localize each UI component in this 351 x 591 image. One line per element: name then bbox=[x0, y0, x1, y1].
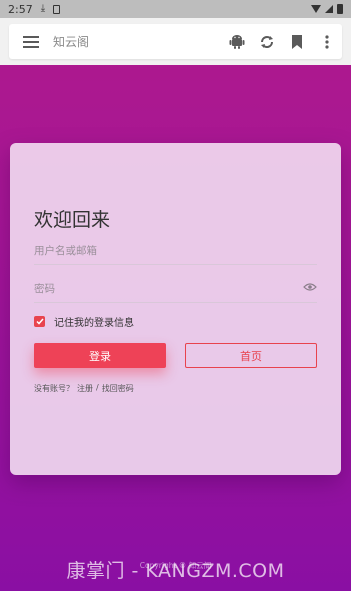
signal-icon bbox=[325, 5, 333, 13]
login-button[interactable]: 登录 bbox=[34, 343, 166, 368]
login-card: 欢迎回来 记住我的登录信息 登录 首页 没有账号？ 注册 / 找回密码 bbox=[10, 143, 341, 475]
bookmark-icon[interactable] bbox=[282, 27, 312, 57]
status-time: 2:57 bbox=[8, 2, 33, 16]
address-bar[interactable]: 知云阁 bbox=[9, 24, 342, 59]
status-bar: 2:57 ⤓ bbox=[0, 0, 351, 18]
register-link[interactable]: 注册 bbox=[77, 383, 93, 394]
username-field[interactable] bbox=[34, 239, 317, 265]
remember-me[interactable]: 记住我的登录信息 bbox=[34, 314, 134, 329]
username-input[interactable] bbox=[34, 240, 317, 262]
wifi-icon bbox=[311, 5, 321, 13]
android-icon[interactable] bbox=[222, 27, 252, 57]
watermark-text: 康掌门 - KANGZM.COM bbox=[66, 560, 285, 582]
download-icon: ⤓ bbox=[40, 3, 46, 14]
no-account-text: 没有账号？ bbox=[34, 384, 74, 393]
password-field[interactable] bbox=[34, 277, 317, 303]
login-title: 欢迎回来 bbox=[34, 209, 111, 231]
more-options-icon[interactable] bbox=[312, 27, 342, 57]
url-text[interactable]: 知云阁 bbox=[53, 33, 222, 50]
password-input[interactable] bbox=[34, 278, 317, 300]
browser-toolbar: 知云阁 bbox=[0, 18, 351, 65]
link-separator: / bbox=[96, 383, 99, 392]
remember-checkbox[interactable] bbox=[34, 316, 45, 327]
notification-icon bbox=[53, 4, 61, 14]
battery-icon bbox=[337, 4, 343, 14]
refresh-icon[interactable] bbox=[252, 27, 282, 57]
recover-password-link[interactable]: 找回密码 bbox=[102, 383, 134, 394]
home-button[interactable]: 首页 bbox=[185, 343, 317, 368]
remember-label: 记住我的登录信息 bbox=[54, 318, 134, 329]
menu-icon[interactable] bbox=[23, 35, 39, 48]
account-links: 没有账号？ 注册 / 找回密码 bbox=[34, 383, 134, 394]
eye-icon[interactable] bbox=[303, 281, 317, 293]
